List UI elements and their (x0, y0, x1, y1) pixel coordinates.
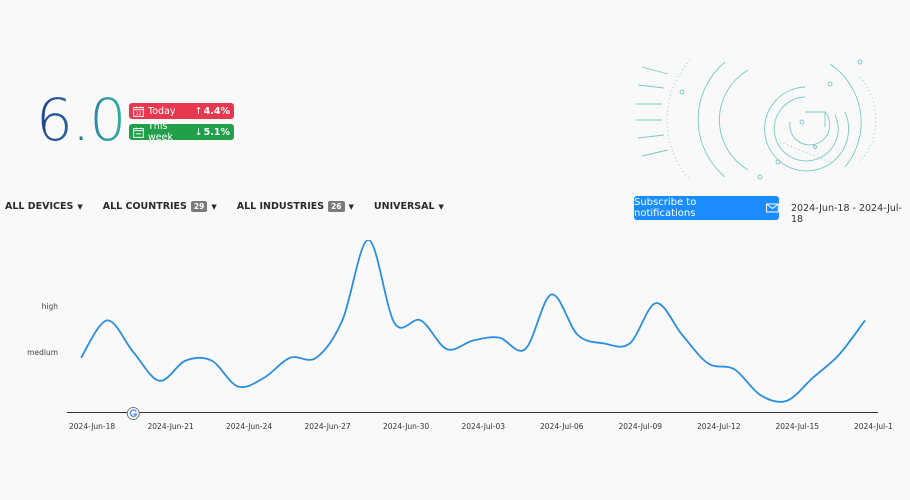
google-logo-art (636, 59, 877, 181)
week-badge: This week ↓ 5.1% (129, 121, 234, 143)
week-change-value: 5.1% (203, 126, 230, 138)
filter-devices-label: ALL DEVICES (5, 201, 74, 212)
x-tick-label: 2024-Jun-24 (226, 422, 272, 431)
x-tick-label: 2024-Jul-06 (540, 422, 584, 431)
google-g-icon[interactable] (126, 407, 140, 420)
filter-industries-count: 26 (328, 201, 345, 212)
x-tick-label: 2024-Jun-27 (305, 422, 351, 431)
filter-industries[interactable]: ALL INDUSTRIES 26 ▼ (237, 201, 354, 212)
x-tick-label: 2024-Jul-1 (854, 422, 893, 431)
x-tick-label: 2024-Jun-18 (69, 422, 115, 431)
y-axis-label: medium (27, 348, 58, 357)
score-value: 6.0 (36, 86, 126, 154)
arrow-up-icon: ↑ (194, 105, 203, 117)
caret-down-icon: ▼ (348, 202, 354, 211)
filter-devices[interactable]: ALL DEVICES ▼ (5, 201, 83, 212)
today-label: Today (148, 105, 176, 117)
y-axis-label: high (42, 302, 59, 311)
filter-bar: ALL DEVICES ▼ ALL COUNTRIES 29 ▼ ALL IND… (5, 201, 464, 212)
x-tick-label: 2024-Jul-09 (619, 422, 663, 431)
arrow-down-icon: ↓ (194, 126, 203, 138)
filter-universal-label: UNIVERSAL (373, 201, 435, 212)
calendar-icon (133, 126, 144, 138)
date-range: 2024-Jun-18 - 2024-Jul-18 (791, 203, 902, 225)
filter-countries-count: 29 (190, 201, 208, 212)
caret-down-icon: ▼ (77, 202, 83, 211)
week-change: ↓ 5.1% (195, 127, 230, 138)
caret-down-icon: ▼ (211, 202, 217, 211)
volatility-chart: high medium 2024-Jun-18 2024-Jun-21 2024-Jun… (27, 240, 893, 431)
filter-countries-label: ALL COUNTRIES (102, 201, 187, 212)
mail-icon (766, 203, 779, 213)
subscribe-button[interactable]: Subscribe to notifications (634, 196, 779, 220)
today-change-value: 4.4% (203, 105, 230, 117)
x-tick-label: 2024-Jul-15 (776, 422, 820, 431)
filter-countries[interactable]: ALL COUNTRIES 29 ▼ (103, 201, 217, 212)
x-tick-label: 2024-Jun-21 (148, 422, 194, 431)
x-tick-label: 2024-Jul-03 (462, 422, 506, 431)
subscribe-label: Subscribe to notifications (634, 197, 697, 219)
svg-text:12: 12 (136, 110, 142, 116)
caret-down-icon: ▼ (438, 202, 444, 211)
x-tick-label: 2024-Jun-30 (383, 422, 429, 431)
series-line (80, 240, 866, 403)
calendar-icon: 12 (133, 105, 144, 116)
week-label: This week (148, 121, 173, 143)
x-tick-label: 2024-Jul-12 (697, 422, 741, 431)
today-change: ↑ 4.4% (195, 106, 230, 117)
filter-universal[interactable]: UNIVERSAL ▼ (374, 201, 444, 212)
today-badge: 12 Today ↑ 4.4% (129, 103, 234, 119)
filter-industries-label: ALL INDUSTRIES (236, 201, 325, 212)
